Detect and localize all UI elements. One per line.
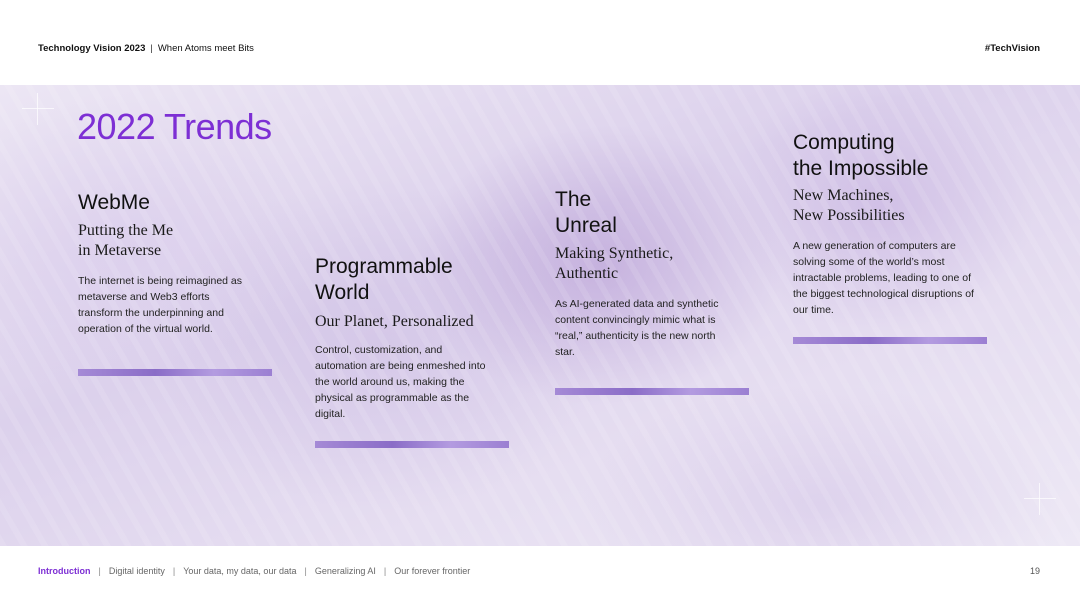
trend-subtitle-line: New Machines,: [793, 187, 894, 204]
trend-title-line: The: [555, 188, 592, 211]
trend-subtitle-line: Making Synthetic,: [555, 245, 674, 262]
header-hashtag: #TechVision: [984, 43, 1040, 54]
header-separator: |: [150, 43, 153, 54]
trend-bar: [315, 441, 509, 448]
trend-body: Control, customization, and automation a…: [315, 344, 486, 420]
trend-computing-the-impossible: Computing the Impossible New Machines, New…: [793, 130, 993, 318]
nav-separator: |: [383, 566, 387, 576]
trend-title-line: the Impossible: [793, 157, 929, 180]
trend-subtitle: Our Planet, Personalized: [315, 312, 515, 332]
trend-subtitle-line: in Metaverse: [78, 242, 162, 259]
trend-title-line: Programmable: [315, 255, 453, 278]
trend-body: A new generation of computers are solvin…: [793, 240, 974, 316]
nav-item-forever-frontier[interactable]: Our forever frontier: [394, 566, 470, 576]
trend-title: Programmable World: [315, 254, 515, 306]
trend-subtitle-line: Authentic: [555, 265, 619, 282]
nav-separator: |: [98, 566, 101, 576]
page-header: Technology Vision 2023 | When Atoms meet B…: [0, 0, 1080, 85]
trend-title-line: Computing: [793, 131, 895, 154]
nav-item-introduction[interactable]: Introduction: [38, 566, 91, 576]
trend-webme: WebMe Putting the Me in Metaverse The int…: [78, 190, 278, 337]
trend-title-line: Unreal: [555, 214, 617, 237]
nav-separator: |: [172, 566, 176, 576]
page-number: 19: [1029, 566, 1040, 576]
trend-subtitle-line: Our Planet, Personalized: [315, 313, 474, 330]
trend-subtitle: Putting the Me in Metaverse: [78, 221, 278, 261]
trend-title: Computing the Impossible: [793, 130, 993, 182]
trend-subtitle-line: Putting the Me: [78, 222, 174, 239]
trend-title-line: WebMe: [78, 191, 150, 214]
trend-subtitle: Making Synthetic, Authentic: [555, 244, 755, 284]
trend-bar: [555, 388, 749, 395]
trend-subtitle-line: New Possibilities: [793, 207, 905, 224]
trend-title: The Unreal: [555, 187, 755, 239]
crosshair-icon: [1024, 483, 1056, 515]
trend-bar: [78, 369, 272, 376]
nav-item-digital-identity[interactable]: Digital identity: [109, 566, 165, 576]
nav-item-your-data[interactable]: Your data, my data, our data: [183, 566, 296, 576]
header-title-group: Technology Vision 2023 | When Atoms meet B…: [38, 43, 254, 54]
trend-subtitle: New Machines, New Possibilities: [793, 186, 993, 226]
page-footer: Introduction | Digital identity | Your data,…: [0, 546, 1080, 607]
trend-title: WebMe: [78, 190, 278, 216]
nav-separator: |: [304, 566, 307, 576]
trend-body: The internet is being reimagined as meta…: [78, 275, 243, 335]
header-subtitle: When Atoms meet Bits: [157, 43, 254, 54]
trend-programmable-world: Programmable World Our Planet, Personaliz…: [315, 254, 515, 422]
trend-the-unreal: The Unreal Making Synthetic, Authentic As …: [555, 187, 755, 360]
crosshair-icon: [22, 93, 54, 125]
trend-title-line: World: [315, 281, 370, 304]
trend-body: As AI-generated data and synthetic conte…: [555, 298, 719, 358]
nav-item-generalizing-ai[interactable]: Generalizing AI: [315, 566, 376, 576]
footer-nav: Introduction | Digital identity | Your data,…: [38, 566, 470, 576]
trend-bar: [793, 337, 987, 344]
header-title: Technology Vision 2023: [38, 43, 146, 54]
page-title: 2022 Trends: [77, 106, 272, 147]
